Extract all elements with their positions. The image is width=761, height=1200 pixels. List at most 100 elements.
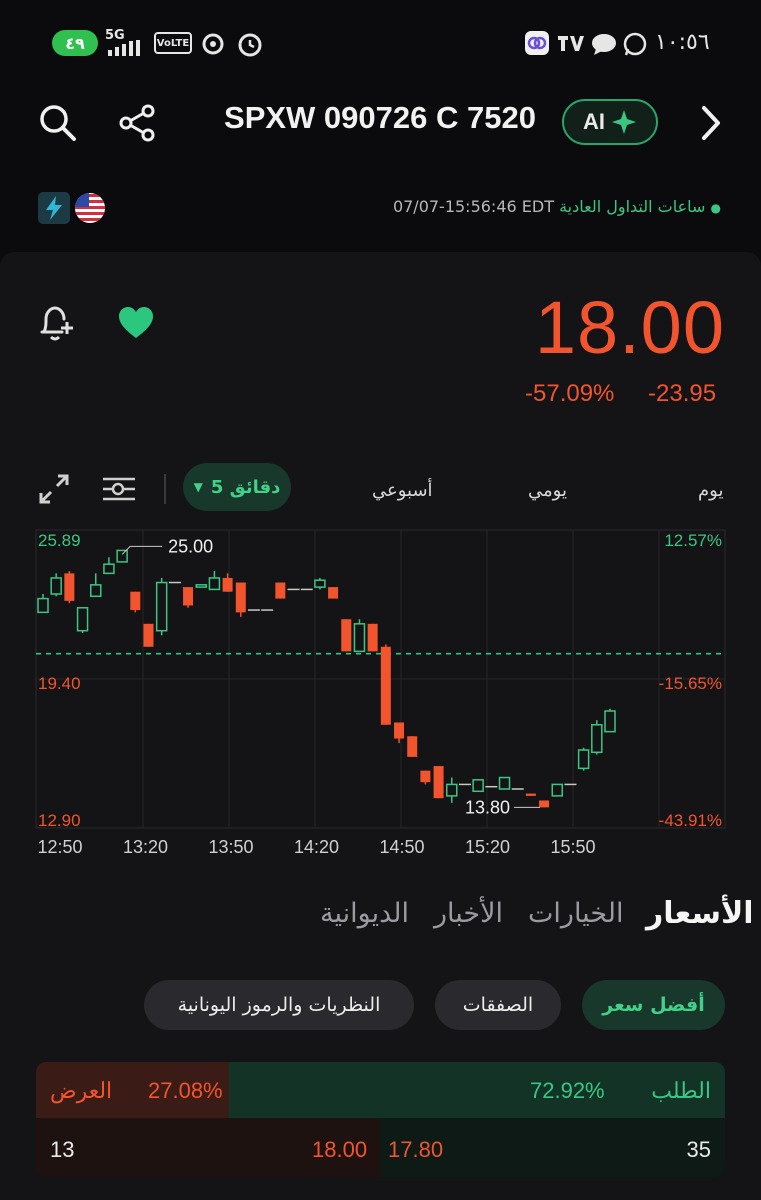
symbol-title: SPXW 090726 C 7520 (224, 100, 536, 135)
tab-options[interactable]: الخيارات (528, 898, 624, 929)
y-axis-label-right: -43.91% (659, 811, 722, 830)
chip-best-price[interactable]: أفضل سعر (582, 980, 725, 1030)
ask-size: 13 (50, 1137, 75, 1162)
chart-labels: 25.89 19.40 12.90 12.57% -15.65% -43.91% 12:50… (37, 531, 722, 857)
ai-button[interactable]: AI (562, 99, 658, 145)
candle-body (328, 587, 339, 599)
candle-body (525, 793, 536, 796)
candle-body (472, 779, 484, 793)
x-axis-label: 14:20 (294, 837, 339, 857)
sparkle-icon (612, 110, 636, 134)
chart-grid (35, 529, 726, 829)
tab-prices[interactable]: الأسعار (646, 896, 754, 931)
x-axis-label: 13:20 (123, 837, 168, 857)
candle-body (143, 623, 154, 647)
candle-body (341, 619, 352, 652)
chip-greeks[interactable]: النظريات والرموز اليونانية (144, 980, 414, 1030)
chip-trades[interactable]: الصفقات (435, 980, 561, 1030)
x-axis-label: 12:50 (37, 837, 82, 857)
last-price: 18.00 (534, 286, 725, 369)
lightning-badge-icon (38, 192, 70, 224)
ask-percent: 27.08% (148, 1078, 223, 1103)
ai-label: AI (583, 109, 605, 134)
candle-body (183, 587, 194, 606)
y-axis-label-left: 19.40 (38, 674, 81, 693)
candle-body (446, 783, 458, 797)
share-icon[interactable] (118, 103, 158, 143)
low-marker-label: 13.80 (465, 797, 510, 817)
candle-body (208, 577, 221, 591)
candle-body (195, 584, 207, 588)
candle-body (353, 623, 366, 653)
alarm-icon (238, 33, 262, 57)
tab-news[interactable]: الأخبار (434, 898, 503, 929)
candle-body (591, 724, 603, 754)
bid-percent: 72.92% (530, 1078, 605, 1103)
ask-price: 18.00 (312, 1137, 368, 1162)
candle-body (380, 646, 391, 725)
change-absolute: -23.95 (648, 380, 717, 407)
interval-label: 5 دقائق (210, 476, 281, 498)
tab-community[interactable]: الديوانية (320, 898, 409, 929)
bid-label: الطلب (651, 1078, 711, 1103)
x-axis-label: 15:50 (550, 837, 595, 857)
tv-app-icon (558, 36, 584, 51)
x-axis-label: 15:20 (465, 837, 510, 857)
candle-body (433, 766, 444, 799)
candle-body (367, 623, 378, 652)
candle-body (50, 577, 62, 595)
high-marker-line (121, 545, 163, 555)
candle-body (498, 776, 511, 790)
whatsapp-icon (623, 32, 647, 56)
y-axis-label-right: 12.57% (664, 531, 722, 550)
tab-daily[interactable]: يومي (528, 480, 567, 501)
candle-body (539, 800, 550, 808)
chevron-right-icon[interactable] (698, 104, 724, 142)
candle-body (604, 710, 616, 733)
candle-body (407, 736, 418, 757)
search-icon[interactable] (38, 103, 78, 143)
favorite-heart-icon[interactable] (116, 304, 156, 342)
candle-body (155, 581, 168, 632)
x-axis-label: 14:50 (379, 837, 424, 857)
candle-body (37, 597, 49, 614)
candle-body (420, 770, 431, 783)
tab-day[interactable]: يوم (698, 480, 723, 501)
candle-body (103, 563, 115, 575)
session-timestamp: 07/07-15:56:46 EDT (392, 197, 554, 216)
bid-size: 35 (686, 1137, 711, 1162)
signal-icon (108, 40, 140, 56)
tab-weekly[interactable]: أسبوعي (372, 480, 433, 501)
y-axis-label-left: 12.90 (38, 811, 81, 830)
candle-body (130, 591, 141, 611)
volte-label: VoLTE (156, 37, 190, 49)
candle-body (235, 582, 246, 613)
divider (164, 474, 166, 504)
candle-body (314, 579, 326, 588)
chat-icon (592, 34, 616, 55)
candle-body (64, 573, 75, 601)
battery-level: ٤٩ (65, 33, 85, 53)
battery-indicator: ٤٩ (52, 30, 98, 56)
x-axis-label: 13:50 (208, 837, 253, 857)
candle-body (222, 577, 233, 592)
add-alert-icon[interactable] (36, 302, 78, 344)
us-flag-icon (75, 193, 105, 223)
indicator-settings-icon[interactable] (101, 476, 137, 502)
app-notification-icon (525, 31, 549, 55)
candle-body (551, 783, 564, 797)
y-axis-label-left: 25.89 (38, 531, 81, 550)
y-axis-label-right: -15.65% (659, 674, 722, 693)
high-marker-label: 25.00 (168, 536, 213, 556)
bid-price: 17.80 (388, 1137, 444, 1162)
candle-body (394, 722, 405, 739)
change-percent: -57.09% (525, 380, 615, 407)
candle-body (76, 607, 89, 632)
ask-label: العرض (50, 1078, 113, 1103)
fullscreen-icon[interactable] (38, 473, 70, 505)
candle-body (116, 549, 128, 563)
session-info: ● ساعات التداول العادية 07/07-15:56:46 E… (392, 197, 721, 216)
interval-dropdown[interactable]: ▼ 5 دقائق (183, 463, 291, 511)
candlestick-chart[interactable]: 25.89 19.40 12.90 12.57% -15.65% -43.91% 12:50… (0, 520, 761, 865)
clock: ١٠:٥٦ (655, 30, 710, 55)
